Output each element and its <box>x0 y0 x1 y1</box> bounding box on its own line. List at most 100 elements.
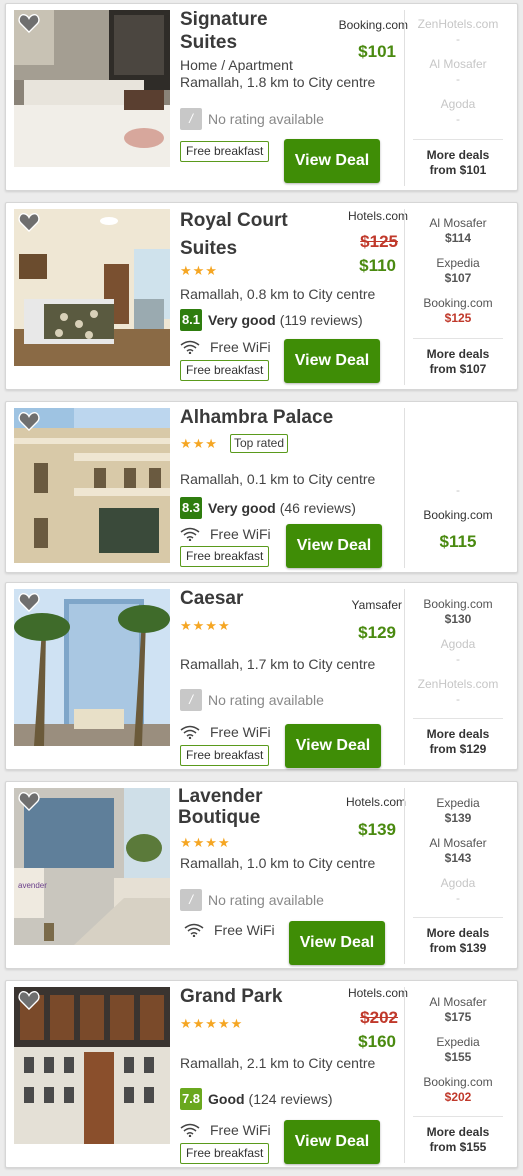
view-deal-button[interactable]: View Deal <box>286 524 382 568</box>
hotel-card[interactable]: avender Lavender Boutique Hotels.com $13… <box>5 781 518 969</box>
hotel-location: Ramallah, 0.8 km to City centre <box>180 286 376 302</box>
hotel-photo[interactable]: avender <box>14 788 170 945</box>
review-label: Good <box>208 1091 245 1107</box>
hotel-name[interactable]: Lavender Boutique <box>178 786 308 828</box>
alt-deal[interactable]: ZenHotels.com - <box>411 677 505 707</box>
divider <box>404 408 405 568</box>
alt-deal[interactable]: ZenHotels.com - <box>411 17 505 47</box>
deal-provider: Hotels.com <box>347 209 408 223</box>
favorite-heart-icon[interactable] <box>18 411 40 431</box>
star-rating: ★★★ <box>180 436 218 451</box>
amenity-label: Free WiFi <box>214 922 275 938</box>
free-breakfast-badge: Free breakfast <box>180 141 270 162</box>
favorite-heart-icon[interactable] <box>18 990 40 1010</box>
deal-provider: Booking.com <box>338 18 408 32</box>
divider <box>404 987 405 1163</box>
view-deal-button[interactable]: View Deal <box>289 921 385 965</box>
hotel-photo[interactable] <box>14 987 170 1144</box>
amenity-wifi: Free WiFi <box>180 526 271 542</box>
hotel-location: Ramallah, 0.1 km to City centre <box>180 471 376 487</box>
free-breakfast-badge: Free breakfast <box>180 360 270 381</box>
svg-text:avender: avender <box>18 881 47 890</box>
amenity-wifi: Free WiFi <box>180 339 271 355</box>
alt-deal[interactable]: Booking.com $130 <box>411 597 505 627</box>
no-rating-text: No rating available <box>208 892 324 908</box>
rating-row: / No rating available <box>180 689 324 711</box>
hotel-name[interactable]: Signature Suites <box>180 8 310 54</box>
view-deal-button[interactable]: View Deal <box>284 339 380 383</box>
hotel-photo[interactable] <box>14 10 170 167</box>
more-deals-link[interactable]: More deals from $101 <box>413 139 503 178</box>
hotel-card[interactable]: Caesar Yamsafer ★★★★ $129 Ramallah, 1.7 … <box>5 582 518 770</box>
alt-deal[interactable]: Booking.com $202 <box>411 1075 505 1105</box>
no-rating-icon: / <box>180 689 202 711</box>
hotel-name[interactable]: Royal Court Suites <box>180 207 310 263</box>
hotel-location: Ramallah, 2.1 km to City centre <box>180 1055 376 1071</box>
review-label: Very good <box>208 500 276 516</box>
rating-row[interactable]: 8.1 Very good (119 reviews) <box>180 309 363 331</box>
hotel-location: Ramallah, 1.8 km to City centre <box>180 74 376 90</box>
other-deals: Al Mosafer $175 Expedia $155 Booking.com $2… <box>411 981 505 1169</box>
favorite-heart-icon[interactable] <box>18 791 40 811</box>
hotel-photo[interactable] <box>14 209 170 366</box>
divider <box>404 10 405 186</box>
more-deals-link[interactable]: More deals from $107 <box>413 338 503 377</box>
wifi-icon <box>180 340 200 354</box>
amenity-label: Free WiFi <box>210 1122 271 1138</box>
alt-deal[interactable]: Al Mosafer $143 <box>411 836 505 866</box>
view-deal-button[interactable]: View Deal <box>285 724 381 768</box>
alt-deal[interactable]: Al Mosafer - <box>411 57 505 87</box>
hotel-card[interactable]: Grand Park Hotels.com $202 ★★★★★ $160 Ra… <box>5 980 518 1168</box>
more-deals-link[interactable]: More deals from $139 <box>413 917 503 956</box>
rating-row[interactable]: 7.8 Good (124 reviews) <box>180 1088 333 1110</box>
hotel-card[interactable]: Alhambra Palace ★★★ Top rated Ramallah, … <box>5 401 518 573</box>
rating-row[interactable]: 8.3 Very good (46 reviews) <box>180 497 356 519</box>
more-deals-link[interactable]: More deals from $155 <box>413 1116 503 1155</box>
hotel-location: Ramallah, 1.7 km to City centre <box>180 656 376 672</box>
review-score: 8.1 <box>180 309 202 331</box>
hotel-name[interactable]: Alhambra Palace <box>180 406 400 429</box>
deal-price[interactable]: $129 <box>308 623 408 643</box>
favorite-heart-icon[interactable] <box>18 212 40 232</box>
other-deals: - Booking.com $115 <box>411 402 505 574</box>
deal-provider: Hotels.com <box>345 795 406 809</box>
deal-price[interactable]: $160 <box>308 1032 408 1052</box>
free-breakfast-badge: Free breakfast <box>180 745 270 766</box>
deal-provider: Booking.com <box>423 508 493 522</box>
deal-provider: Yamsafer <box>351 598 402 612</box>
favorite-heart-icon[interactable] <box>18 13 40 33</box>
view-deal-button[interactable]: View Deal <box>284 139 380 183</box>
hotel-location: Ramallah, 1.0 km to City centre <box>180 855 376 871</box>
wifi-icon <box>180 1123 200 1137</box>
favorite-heart-icon[interactable] <box>18 592 40 612</box>
amenity-wifi: Free WiFi <box>180 724 271 740</box>
star-rating: ★★★★ <box>180 835 231 850</box>
hotel-card[interactable]: Signature Suites Booking.com $101 Home /… <box>5 3 518 191</box>
deal-price[interactable]: $139 <box>308 820 408 840</box>
amenity-label: Free WiFi <box>210 339 271 355</box>
alt-deal[interactable]: Expedia $139 <box>411 796 505 826</box>
hotel-card[interactable]: Royal Court Suites Hotels.com $125 $110 … <box>5 202 518 390</box>
alt-deal[interactable]: Al Mosafer $114 <box>411 216 505 246</box>
alt-deal[interactable]: Agoda - <box>411 97 505 127</box>
review-score: 8.3 <box>180 497 202 519</box>
view-deal-button[interactable]: View Deal <box>284 1120 380 1164</box>
alt-deal[interactable]: Booking.com $125 <box>411 296 505 326</box>
alt-deal[interactable]: Expedia $107 <box>411 256 505 286</box>
deal-price[interactable]: $115 <box>411 532 505 552</box>
no-rating-text: No rating available <box>208 111 324 127</box>
alt-deal[interactable]: Expedia $155 <box>411 1035 505 1065</box>
alt-deal[interactable]: Agoda - <box>411 637 505 667</box>
hotel-photo[interactable] <box>14 589 170 746</box>
more-deals-link[interactable]: More deals from $129 <box>413 718 503 757</box>
amenity-wifi: Free WiFi <box>180 1122 271 1138</box>
deal-price[interactable]: $101 <box>308 42 408 62</box>
hotel-photo[interactable] <box>14 408 170 563</box>
hotel-name[interactable]: Caesar <box>180 587 310 610</box>
deal-price[interactable]: $110 <box>308 256 408 276</box>
deal-provider: Hotels.com <box>347 986 408 1000</box>
alt-deal[interactable]: Al Mosafer $175 <box>411 995 505 1025</box>
star-rating: ★★★★★ <box>180 1016 244 1031</box>
alt-deal[interactable]: Agoda - <box>411 876 505 906</box>
wifi-icon <box>180 527 200 541</box>
